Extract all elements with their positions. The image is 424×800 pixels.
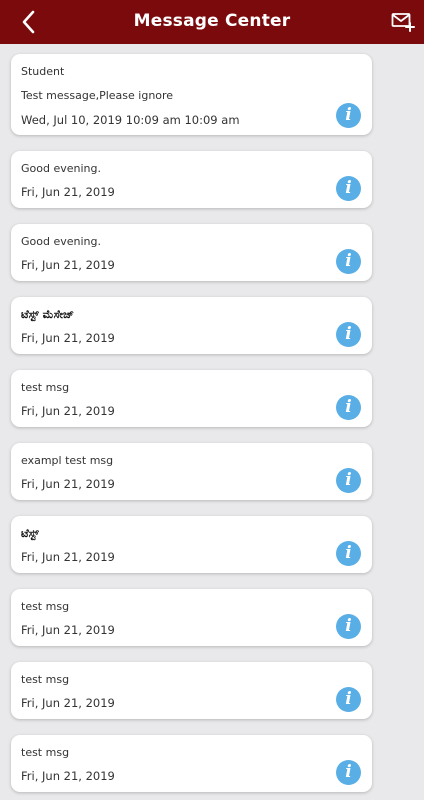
message-date: Fri, Jun 21, 2019 <box>21 185 115 199</box>
message-card[interactable]: test msg Fri, Jun 21, 2019 i <box>11 370 372 427</box>
compose-message-button[interactable] <box>391 11 415 33</box>
message-text: test msg <box>21 381 70 394</box>
info-icon[interactable]: i <box>336 760 361 785</box>
message-text: ಟೆಸ್ಟ್ <box>21 527 39 540</box>
info-icon[interactable]: i <box>336 103 361 128</box>
info-icon[interactable]: i <box>336 176 361 201</box>
message-date: Fri, Jun 21, 2019 <box>21 769 115 783</box>
message-text: test msg <box>21 600 70 613</box>
message-card[interactable]: Good evening. Fri, Jun 21, 2019 i <box>11 151 372 208</box>
message-text: test msg <box>21 746 70 759</box>
message-card[interactable]: test msg Fri, Jun 21, 2019 i <box>11 662 372 719</box>
message-card[interactable]: Student Test message,Please ignore Wed, Ju… <box>11 54 372 135</box>
message-date: Wed, Jul 10, 2019 10:09 am 10:09 am <box>21 113 240 127</box>
message-sender: Student <box>21 65 65 78</box>
info-icon[interactable]: i <box>336 687 361 712</box>
message-card[interactable]: ಟೆಸ್ಟ್ Fri, Jun 21, 2019 i <box>11 516 372 573</box>
message-date: Fri, Jun 21, 2019 <box>21 331 115 345</box>
message-card[interactable]: Good evening. Fri, Jun 21, 2019 i <box>11 224 372 281</box>
info-icon[interactable]: i <box>336 468 361 493</box>
message-date: Fri, Jun 21, 2019 <box>21 550 115 564</box>
message-card[interactable]: exampl test msg Fri, Jun 21, 2019 i <box>11 443 372 500</box>
message-date: Fri, Jun 21, 2019 <box>21 696 115 710</box>
info-icon[interactable]: i <box>336 249 361 274</box>
info-icon[interactable]: i <box>336 614 361 639</box>
info-icon[interactable]: i <box>336 322 361 347</box>
mail-plus-icon <box>391 13 415 32</box>
message-date: Fri, Jun 21, 2019 <box>21 404 115 418</box>
message-text: Good evening. <box>21 235 101 248</box>
message-date: Fri, Jun 21, 2019 <box>21 623 115 637</box>
info-icon[interactable]: i <box>336 395 361 420</box>
app-header: Message Center <box>0 0 424 44</box>
message-text: exampl test msg <box>21 454 114 467</box>
message-date: Fri, Jun 21, 2019 <box>21 258 115 272</box>
message-card[interactable]: ಟೆಸ್ಟ್ ಮೆಸೇಜ್ Fri, Jun 21, 2019 i <box>11 297 372 354</box>
message-card[interactable]: test msg Fri, Jun 21, 2019 i <box>11 735 372 792</box>
message-text: test msg <box>21 673 70 686</box>
message-text: ಟೆಸ್ಟ್ ಮೆಸೇಜ್ <box>21 308 74 321</box>
message-card[interactable]: test msg Fri, Jun 21, 2019 i <box>11 589 372 646</box>
message-text: Good evening. <box>21 162 101 175</box>
message-text: Test message,Please ignore <box>21 89 174 102</box>
message-date: Fri, Jun 21, 2019 <box>21 477 115 491</box>
info-icon[interactable]: i <box>336 541 361 566</box>
page-title: Message Center <box>133 11 291 31</box>
